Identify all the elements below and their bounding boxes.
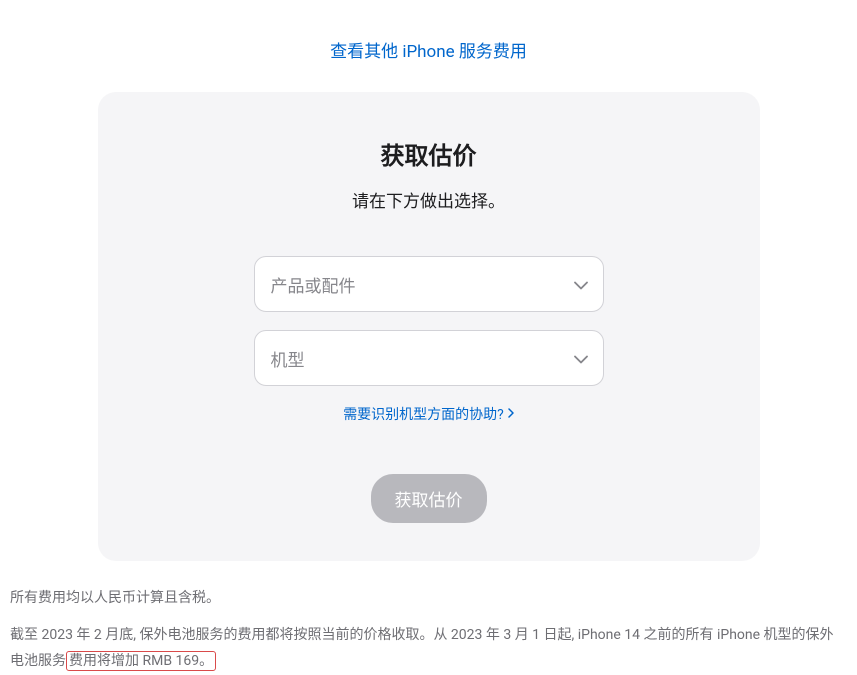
get-estimate-button[interactable]: 获取估价 [371,474,487,523]
product-select-placeholder: 产品或配件 [271,272,356,297]
card-title: 获取估价 [148,136,710,171]
model-select[interactable]: 机型 [254,330,604,386]
top-link-container: 查看其他 iPhone 服务费用 [0,0,857,92]
other-services-link[interactable]: 查看其他 iPhone 服务费用 [330,42,527,62]
product-select-wrapper: 产品或配件 [254,256,604,312]
footer-text: 所有费用均以人民币计算且含税。 截至 2023 年 2 月底, 保外电池服务的费… [0,561,857,675]
chevron-right-icon [508,406,514,422]
help-link-row: 需要识别机型方面的协助? [148,404,710,424]
card-subtitle: 请在下方做出选择。 [148,187,710,212]
footer-line1: 所有费用均以人民币计算且含税。 [10,585,847,612]
model-select-wrapper: 机型 [254,330,604,386]
help-link-text: 需要识别机型方面的协助? [343,404,504,424]
footer-line2: 截至 2023 年 2 月底, 保外电池服务的费用都将按照当前的价格收取。从 2… [10,622,847,675]
identify-model-help-link[interactable]: 需要识别机型方面的协助? [343,404,514,424]
price-increase-highlight: 费用将增加 RMB 169。 [66,651,216,671]
model-select-placeholder: 机型 [271,346,305,371]
estimate-card: 获取估价 请在下方做出选择。 产品或配件 机型 需要识别机型方面的协助? [98,92,760,561]
product-select[interactable]: 产品或配件 [254,256,604,312]
